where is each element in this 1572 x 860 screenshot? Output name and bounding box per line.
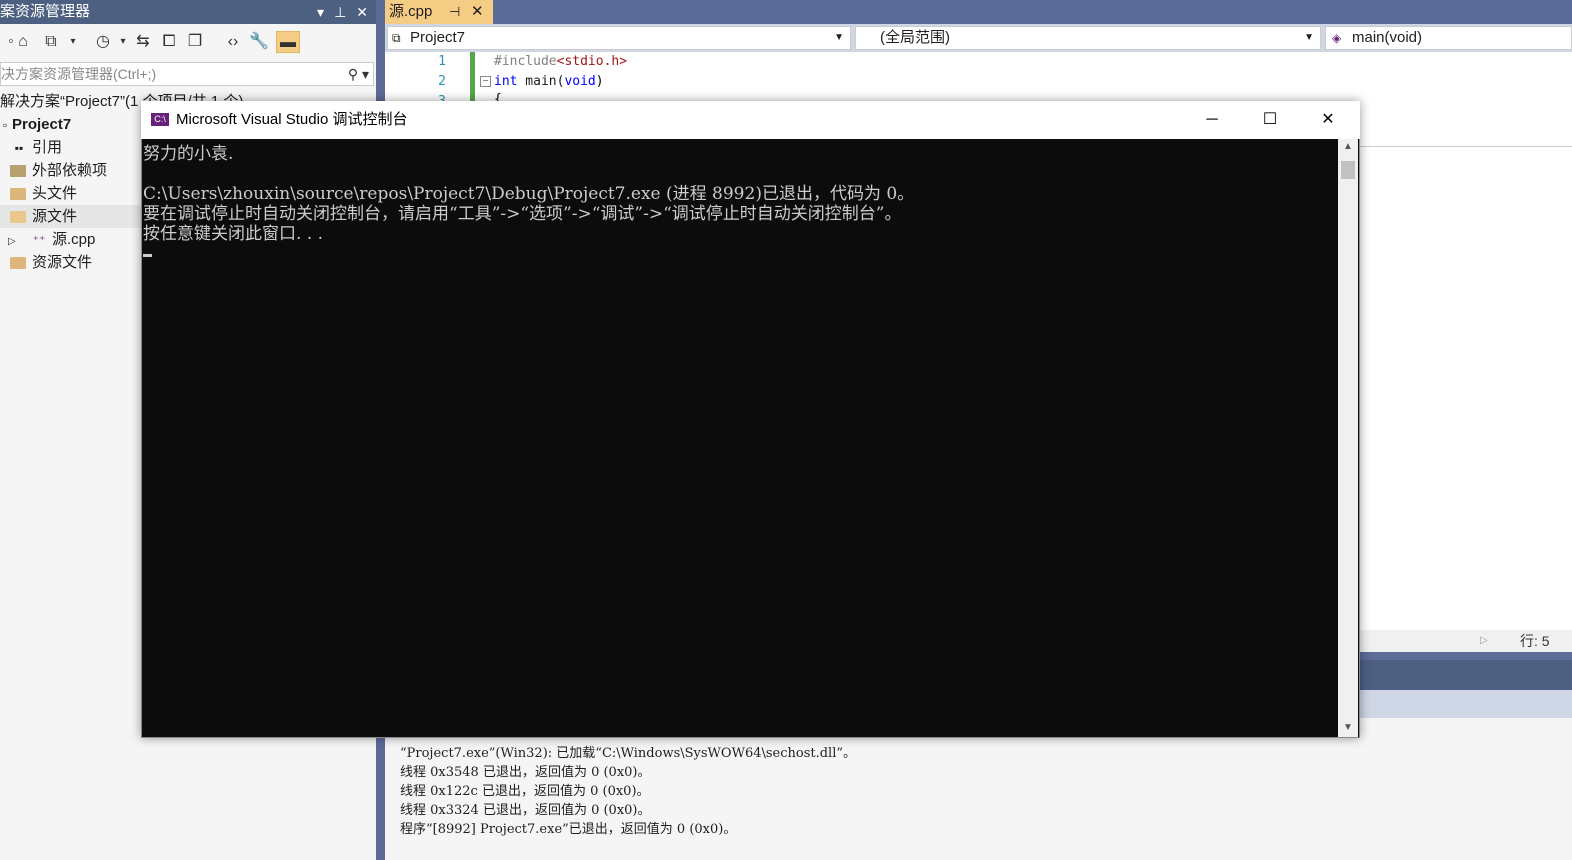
- home-icon[interactable]: ⌂: [12, 31, 34, 53]
- keyword: void: [564, 74, 596, 89]
- collapse-icon[interactable]: −: [480, 76, 491, 87]
- include-header: <stdio.h>: [556, 54, 628, 69]
- tree-item-label: 资源文件: [32, 254, 93, 271]
- scrollbar-thumb[interactable]: [1341, 161, 1355, 179]
- console-icon: C:\: [151, 113, 169, 126]
- references-icon: ▪▪: [14, 141, 24, 155]
- chevron-down-icon: ▼: [1304, 32, 1314, 43]
- project-combo-value: Project7: [410, 29, 466, 46]
- member-combo[interactable]: ◈ main(void): [1325, 26, 1572, 50]
- editor-divider: [1360, 146, 1572, 147]
- close-button[interactable]: ✕: [1299, 101, 1357, 139]
- chevron-down-icon: ▼: [834, 32, 844, 43]
- project-label: Project7: [12, 116, 72, 133]
- close-icon[interactable]: ✕: [356, 0, 368, 24]
- output-panel-titlebar: [1360, 660, 1572, 690]
- maximize-button[interactable]: ☐: [1241, 101, 1299, 139]
- editor-status: ▷ 行: 5: [1360, 630, 1572, 652]
- project-icon: ⧉: [392, 31, 401, 45]
- output-line: 程序“[8992] Project7.exe”已退出，返回值为 0 (0x0)。: [400, 822, 737, 837]
- member-combo-value: main(void): [1352, 29, 1423, 46]
- tab-label: 源.cpp: [389, 3, 433, 20]
- method-icon: ◈: [1332, 31, 1342, 45]
- console-titlebar[interactable]: C:\ Microsoft Visual Studio 调试控制台 ─ ☐ ✕: [141, 101, 1360, 139]
- chevron-down-icon[interactable]: ▾: [62, 31, 84, 53]
- solution-explorer-titlebar: 案资源管理器 ▾ ⊥ ✕: [0, 0, 376, 24]
- change-tracking-bar: [470, 52, 475, 102]
- console-line: 努力的小袁.: [143, 144, 234, 164]
- scroll-down-icon[interactable]: ▼: [1338, 722, 1358, 733]
- scope-combo[interactable]: (全局范围) ▼: [855, 26, 1321, 50]
- project-combo[interactable]: ⧉ Project7 ▼: [387, 26, 851, 50]
- output-line: 线程 0x3324 已退出，返回值为 0 (0x0)。: [400, 803, 651, 818]
- tab-source-cpp[interactable]: 源.cpp ⊣ ✕: [385, 0, 493, 24]
- solution-explorer-title: 案资源管理器: [0, 3, 91, 20]
- expand-arrow-icon[interactable]: ▷: [8, 230, 30, 253]
- preview-icon[interactable]: ▬: [276, 31, 300, 53]
- view-code-icon[interactable]: ‹›: [222, 31, 244, 53]
- minimize-button[interactable]: ─: [1183, 101, 1241, 139]
- tree-item-label: 源.cpp: [52, 231, 96, 248]
- tree-item-label: 外部依赖项: [32, 162, 108, 179]
- sync-icon[interactable]: ⇆: [132, 31, 154, 53]
- tree-item-label: 源文件: [32, 208, 78, 225]
- line-number: 2: [438, 74, 446, 89]
- scroll-up-icon[interactable]: ▲: [1338, 141, 1358, 152]
- folder-icon: [10, 257, 26, 270]
- scroll-right-icon[interactable]: ▷: [1480, 630, 1488, 652]
- collapse-all-icon[interactable]: ⧠: [158, 31, 180, 53]
- switch-views-icon[interactable]: ⧉: [40, 31, 62, 53]
- search-icon[interactable]: ⚲ ▾: [348, 63, 369, 85]
- paren: ): [595, 74, 604, 89]
- console-line: 按任意键关闭此窗口. . .: [143, 224, 324, 244]
- folder-icon: [10, 188, 26, 201]
- close-icon[interactable]: ✕: [471, 0, 484, 24]
- pin-icon[interactable]: ⊣: [449, 0, 460, 24]
- tree-item-label: 头文件: [32, 185, 78, 202]
- solution-explorer-toolbar: ◦ ⌂ ⧉ ▾ ◷ ▾ ⇆ ⧠ ❐ ‹› 🔧 ▬: [0, 26, 376, 60]
- folder-open-icon: [10, 211, 26, 224]
- history-icon[interactable]: ◷: [92, 31, 114, 53]
- preprocessor-directive: #include: [494, 54, 557, 69]
- solution-explorer-search[interactable]: 决方案资源管理器(Ctrl+;) ⚲ ▾: [0, 62, 374, 86]
- external-deps-icon: [10, 165, 26, 178]
- line-number: 1: [438, 54, 446, 69]
- output-line: “Project7.exe”(Win32): 已加载“C:\Windows\Sy…: [400, 746, 857, 761]
- console-title: Microsoft Visual Studio 调试控制台: [176, 111, 408, 128]
- line-indicator: 行: 5: [1520, 633, 1550, 649]
- console-cursor: [143, 254, 152, 257]
- document-tab-bar: [385, 0, 1572, 24]
- output-panel-toolbar: [1360, 690, 1572, 718]
- code-line-1: #include<stdio.h>: [494, 54, 627, 69]
- properties-icon[interactable]: 🔧: [248, 31, 270, 53]
- cpp-file-icon: ⁺⁺: [32, 233, 46, 247]
- function-name: main(: [517, 74, 565, 89]
- tree-item-label: 引用: [32, 139, 63, 156]
- navigation-bar: ⧉ Project7 ▼ (全局范围) ▼ ◈ main(void): [385, 24, 1572, 52]
- pin-icon[interactable]: ⊥: [334, 0, 346, 24]
- code-line-2: int main(void): [494, 74, 604, 89]
- project-icon: ▫: [2, 118, 8, 132]
- show-all-files-icon[interactable]: ❐: [184, 31, 206, 53]
- dropdown-icon[interactable]: ▾: [317, 0, 324, 24]
- output-line: 线程 0x122c 已退出，返回值为 0 (0x0)。: [400, 784, 650, 799]
- output-line: 线程 0x3548 已退出，返回值为 0 (0x0)。: [400, 765, 651, 780]
- chevron-down-icon[interactable]: ▾: [112, 31, 134, 53]
- search-placeholder: 决方案资源管理器(Ctrl+;): [1, 66, 157, 82]
- scope-combo-value: (全局范围): [880, 29, 950, 46]
- console-scrollbar[interactable]: ▲ ▼: [1338, 139, 1358, 737]
- keyword: int: [494, 74, 518, 89]
